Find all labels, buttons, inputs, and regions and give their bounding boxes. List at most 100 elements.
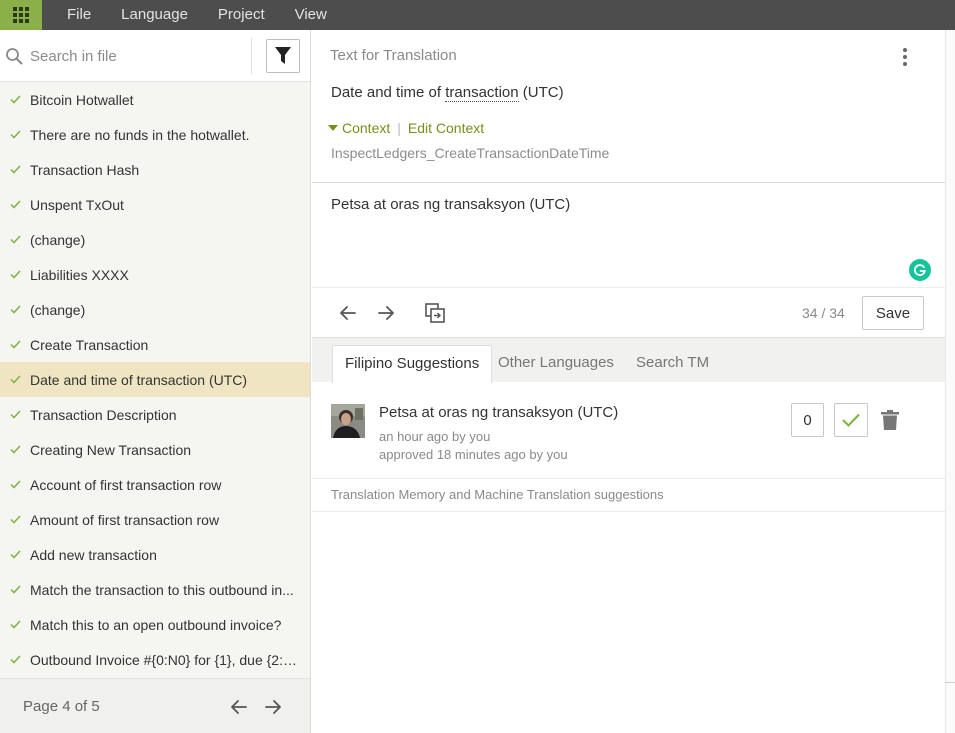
string-list-item-label: There are no funds in the hotwallet. <box>30 126 250 143</box>
tab-filipino-suggestions[interactable]: Filipino Suggestions <box>332 345 493 383</box>
glossary-term[interactable]: transaction <box>445 84 519 102</box>
menubar: File Language Project View <box>0 0 955 30</box>
string-list-item[interactable]: Outbound Invoice #{0:N0} for {1}, due {2… <box>0 642 310 677</box>
string-list-item-label: Transaction Description <box>30 406 177 423</box>
filter-button[interactable] <box>266 39 300 73</box>
copy-source-icon <box>425 303 445 323</box>
string-list-item[interactable]: Liabilities XXXX <box>0 257 310 292</box>
context-key: InspectLedgers_CreateTransactionDateTime <box>331 145 610 161</box>
grid-icon <box>13 7 29 23</box>
suggestion-row: Petsa at oras ng transaksyon (UTC) an ho… <box>312 382 945 479</box>
scrollbar-divider <box>945 682 955 683</box>
grammarly-g-glyph <box>914 264 926 276</box>
tm-suggestions-note: Translation Memory and Machine Translati… <box>312 479 945 512</box>
context-row: Context | Edit Context <box>328 120 484 136</box>
right-scrollbar[interactable] <box>945 30 955 733</box>
translation-editor[interactable]: Petsa at oras ng transaksyon (UTC) <box>331 196 891 213</box>
previous-page-arrow-icon[interactable] <box>228 696 250 718</box>
user-avatar-image <box>331 404 365 438</box>
tab-search-tm[interactable]: Search TM <box>624 345 721 383</box>
vote-count[interactable]: 0 <box>791 403 824 437</box>
string-list-item[interactable]: (change) <box>0 292 310 327</box>
checkmark-icon <box>0 130 30 139</box>
pager: Page 4 of 5 <box>0 678 310 733</box>
menu-view[interactable]: View <box>280 0 342 30</box>
suggestion-approval: approved 18 minutes ago by you <box>379 447 568 462</box>
checkmark-icon <box>0 200 30 209</box>
string-list: Bitcoin Hotwallet There are no funds in t… <box>0 82 310 677</box>
suggestion-text[interactable]: Petsa at oras ng transaksyon (UTC) <box>379 404 618 421</box>
grammarly-icon[interactable] <box>909 259 931 281</box>
checkmark-icon <box>0 340 30 349</box>
string-list-item[interactable]: (change) <box>0 222 310 257</box>
string-list-item-label: Amount of first transaction row <box>30 511 220 528</box>
string-list-item[interactable]: Add new transaction <box>0 537 310 572</box>
string-list-item[interactable]: Transaction Hash <box>0 152 310 187</box>
tab-other-languages[interactable]: Other Languages <box>486 345 626 383</box>
checkmark-icon <box>0 445 30 454</box>
string-list-item[interactable]: Date and time of transaction (UTC) <box>0 362 310 397</box>
menu-language[interactable]: Language <box>106 0 203 30</box>
string-list-item[interactable]: Account of first transaction row <box>0 467 310 502</box>
avatar <box>331 404 365 438</box>
checkmark-icon <box>0 410 30 419</box>
string-list-item[interactable]: Amount of first transaction row <box>0 502 310 537</box>
checkmark-icon <box>0 655 30 664</box>
search-input[interactable] <box>30 44 245 68</box>
previous-string-button[interactable] <box>336 301 360 325</box>
page-indicator: Page 4 of 5 <box>23 698 100 715</box>
search-divider <box>251 38 252 74</box>
string-list-item-label: Create Transaction <box>30 336 149 353</box>
string-list-item-label: Match this to an open outbound invoice? <box>30 616 282 633</box>
source-string: Date and time of transaction (UTC) <box>331 84 564 102</box>
more-options-icon[interactable] <box>899 47 911 67</box>
trash-icon[interactable] <box>881 410 899 430</box>
string-list-item-label: Creating New Transaction <box>30 441 192 458</box>
string-list-item[interactable]: Match the transaction to this outbound i… <box>0 572 310 607</box>
string-list-item[interactable]: Bitcoin Hotwallet <box>0 82 310 117</box>
string-list-item-label: Unspent TxOut <box>30 196 124 213</box>
search-bar <box>0 30 310 82</box>
editor-main: Text for Translation Date and time of tr… <box>312 30 945 733</box>
string-list-item[interactable]: Unspent TxOut <box>0 187 310 222</box>
checkmark-icon <box>0 165 30 174</box>
triangle-down-icon <box>328 125 338 131</box>
approve-button[interactable] <box>834 403 868 437</box>
string-list-item[interactable]: Create Transaction <box>0 327 310 362</box>
edit-context-link[interactable]: Edit Context <box>408 120 484 136</box>
checkmark-icon <box>842 413 860 427</box>
copy-source-button[interactable] <box>423 301 447 325</box>
next-string-button[interactable] <box>374 301 398 325</box>
string-list-item-label: Transaction Hash <box>30 161 140 178</box>
string-list-item-label: Bitcoin Hotwallet <box>30 91 134 108</box>
menu-file[interactable]: File <box>52 0 106 30</box>
checkmark-icon <box>0 480 30 489</box>
character-counter: 34 / 34 <box>802 305 845 321</box>
string-list-item-label: (change) <box>30 301 86 318</box>
source-text-prefix: Date and time of <box>331 84 446 101</box>
apps-grid-button[interactable] <box>0 0 42 30</box>
menu-project[interactable]: Project <box>203 0 280 30</box>
editor-toolbar: 34 / 34 Save <box>312 287 945 337</box>
search-icon <box>6 48 23 65</box>
string-list-item[interactable]: Match this to an open outbound invoice? <box>0 607 310 642</box>
string-list-item-label: Add new transaction <box>30 546 157 563</box>
string-list-item[interactable]: Creating New Transaction <box>0 432 310 467</box>
context-separator: | <box>397 120 401 136</box>
arrow-left-icon <box>340 306 356 320</box>
next-page-arrow-icon[interactable] <box>262 696 284 718</box>
checkmark-icon <box>0 305 30 314</box>
string-list-item-label: Match the transaction to this outbound i… <box>30 581 294 598</box>
checkmark-icon <box>0 515 30 524</box>
checkmark-icon <box>0 235 30 244</box>
save-button[interactable]: Save <box>862 296 924 330</box>
string-list-item[interactable]: Transaction Description <box>0 397 310 432</box>
context-toggle[interactable]: Context <box>342 120 390 136</box>
checkmark-icon <box>0 375 30 384</box>
source-divider <box>312 182 945 183</box>
string-list-item[interactable]: There are no funds in the hotwallet. <box>0 117 310 152</box>
string-list-item-label: Outbound Invoice #{0:N0} for {1}, due {2… <box>30 651 301 668</box>
checkmark-icon <box>0 620 30 629</box>
string-list-item-label: (change) <box>30 231 86 248</box>
string-list-item-label: Liabilities XXXX <box>30 266 129 283</box>
